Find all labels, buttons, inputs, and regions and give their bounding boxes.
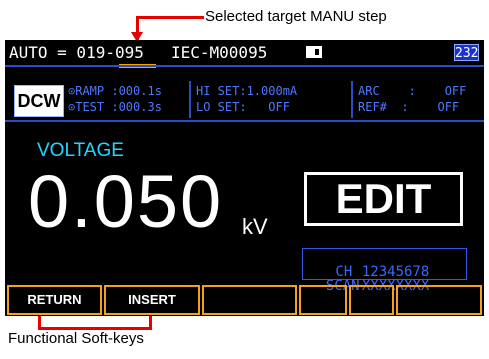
mode-badge[interactable]: DCW (14, 85, 64, 117)
param-limit-group: HI SET:1.000mA LO SET: OFF (196, 83, 297, 115)
arc-setting: ARC : OFF (358, 84, 467, 98)
callout-arrow-bottom-h (38, 327, 152, 330)
ramp-row: ⊙RAMP :000.1s (68, 83, 162, 99)
selected-step[interactable]: 095 (115, 43, 144, 62)
ramp-value: RAMP :000.1s (75, 84, 162, 98)
softkey-5[interactable] (349, 285, 394, 315)
battery-icon (306, 46, 322, 58)
test-row: ⊙TEST :000.3s (68, 99, 162, 115)
softkey-return[interactable]: RETURN (7, 285, 102, 315)
measurement-unit: kV (242, 214, 268, 239)
softkey-6[interactable] (396, 285, 482, 315)
softkey-3[interactable] (202, 285, 297, 315)
ref-setting: REF# : OFF (358, 100, 460, 114)
test-value: TEST :000.3s (75, 100, 162, 114)
status-bar: AUTO = 019-095 (9, 43, 144, 62)
callout-softkeys: Functional Soft-keys (8, 330, 144, 347)
test-standard: IEC-M00095 (171, 43, 268, 62)
softkey-insert[interactable]: INSERT (104, 285, 200, 315)
param-bottom-divider (5, 120, 484, 122)
param-divider-2 (351, 81, 353, 118)
softkey-4[interactable] (299, 285, 347, 315)
param-divider-1 (189, 81, 191, 118)
step-counter: 232 (454, 44, 479, 61)
measurement-value: 0.050 (28, 160, 224, 243)
auto-prefix: AUTO = 019- (9, 43, 115, 62)
edit-button[interactable]: EDIT (304, 172, 463, 226)
hi-set: HI SET:1.000mA (196, 84, 298, 98)
param-time-group: ⊙RAMP :000.1s ⊙TEST :000.3s (68, 83, 162, 115)
callout-arrow-top-h (136, 16, 204, 19)
measurement-label: VOLTAGE (37, 140, 124, 161)
callout-selected-step: Selected target MANU step (205, 8, 387, 25)
status-divider (5, 65, 484, 67)
lo-set: LO SET: OFF (196, 100, 290, 114)
param-extra-group: ARC : OFF REF# : OFF (358, 83, 466, 115)
